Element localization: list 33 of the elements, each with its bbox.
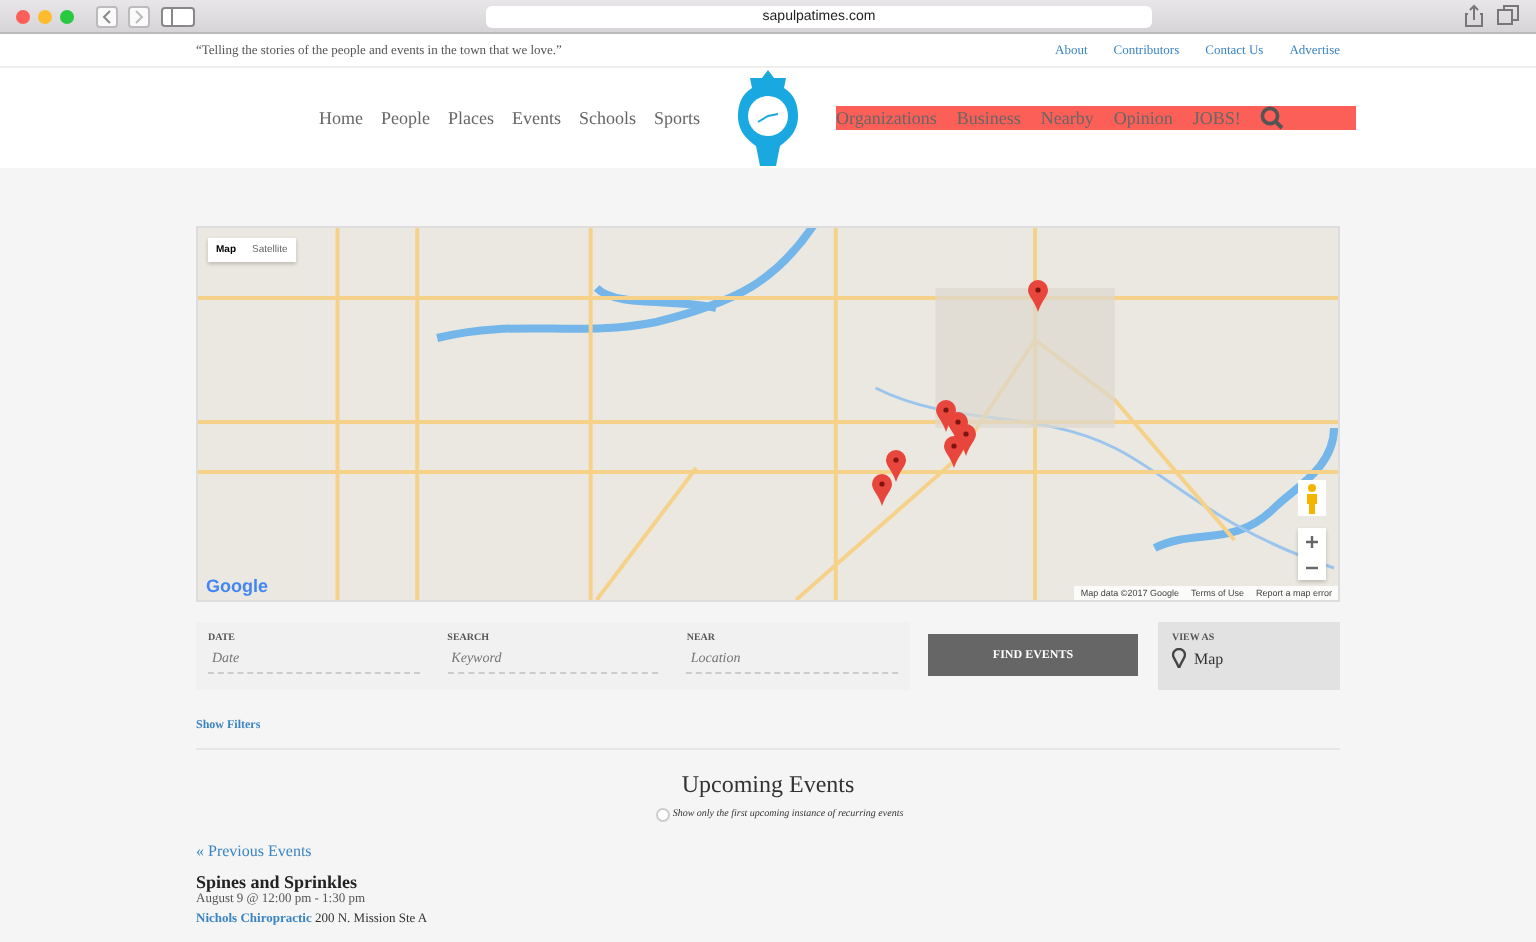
nav-link[interactable]: Places [447,108,494,128]
chevron-right-icon [134,9,144,23]
zoom-out-button[interactable] [1298,554,1326,580]
map-pin-icon[interactable] [944,436,964,468]
minus-icon [1306,561,1318,573]
plus-icon [1306,535,1318,547]
share-icon[interactable] [1462,4,1486,28]
pegman-icon[interactable] [1298,480,1326,516]
map-pin-icon[interactable] [1028,280,1048,312]
zoom-control[interactable] [1298,528,1326,580]
nav-link[interactable]: Schools [578,108,636,128]
view-mode: Map [1194,649,1224,667]
map-logo: Google [206,576,268,596]
nav-link[interactable]: Events [511,108,561,128]
tabs-icon[interactable] [1496,4,1520,28]
nav-link[interactable]: Home [318,108,363,128]
section-heading: Upcoming Events [679,770,857,800]
chevron-left-icon [102,9,112,23]
sidebar-icon[interactable] [160,5,196,27]
forward-button[interactable] [128,5,150,27]
checkbox[interactable] [656,808,671,822]
close-window-button[interactable] [16,9,30,23]
nav-link[interactable]: Sports [653,108,700,128]
event-title[interactable]: Spines and Sprinkles [196,872,358,892]
map-pin-icon[interactable] [886,450,906,482]
nav-link[interactable]: People [380,108,430,128]
map-marker-icon [1172,648,1186,668]
clock-tower-logo[interactable] [736,68,800,168]
previous-events-link[interactable]: « Previous Events [196,842,312,860]
back-button[interactable] [96,5,118,27]
search-icon[interactable] [1260,106,1285,130]
zoom-in-button[interactable] [1298,528,1326,554]
map-pin-icon[interactable] [872,474,892,506]
